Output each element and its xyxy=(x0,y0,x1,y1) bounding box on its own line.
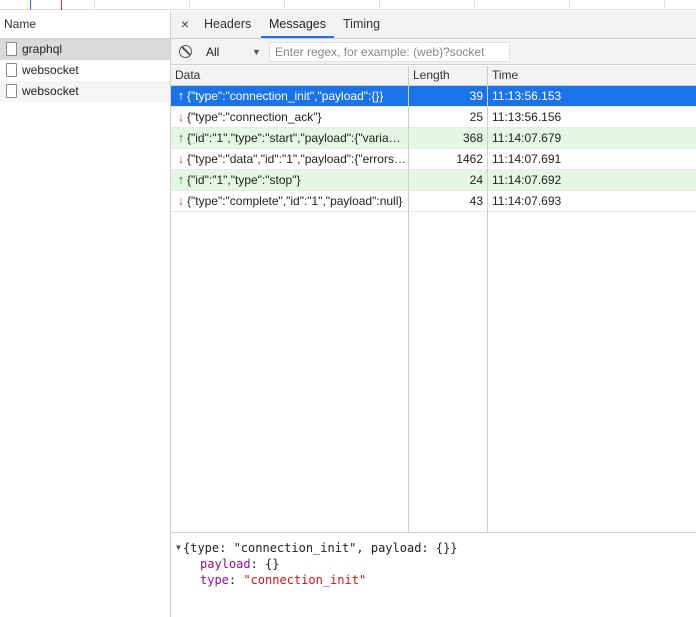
message-length: 39 xyxy=(469,89,483,103)
length-column-header[interactable]: Length xyxy=(413,66,450,85)
timeline-gridline xyxy=(94,0,95,10)
property-separator: : xyxy=(250,557,266,571)
property-separator: : xyxy=(228,573,244,587)
property-key: payload xyxy=(200,557,251,571)
name-column-header[interactable]: Name xyxy=(0,11,170,39)
request-list-panel: Name graphql websocket websocket xyxy=(0,11,171,617)
file-icon xyxy=(6,63,17,77)
sent-arrow-icon: ↑ xyxy=(177,130,185,145)
message-row[interactable]: ↓ {"type":"data","id":"1","payload":{"er… xyxy=(171,149,696,170)
message-row[interactable]: ↓ {"type":"connection_ack"} 25 11:13:56.… xyxy=(171,107,696,128)
tab-messages[interactable]: Messages xyxy=(261,11,334,38)
message-data: {"type":"connection_ack"} xyxy=(187,110,322,124)
message-length: 25 xyxy=(469,110,483,124)
request-name: graphql xyxy=(22,42,63,56)
dom-content-loaded-marker xyxy=(30,0,31,10)
message-preview: ▼ {type: "connection_init", payload: {}} … xyxy=(171,534,696,617)
message-time: 11:13:56.153 xyxy=(492,89,562,103)
property-value: "connection_init" xyxy=(243,573,367,587)
message-length: 43 xyxy=(469,194,483,208)
message-time: 11:14:07.679 xyxy=(492,131,562,145)
column-divider[interactable] xyxy=(408,66,409,532)
time-column-header[interactable]: Time xyxy=(492,66,518,85)
message-row[interactable]: ↑ {"id":"1","type":"stop"} 24 11:14:07.6… xyxy=(171,170,696,191)
load-event-marker xyxy=(61,0,62,10)
expand-triangle-icon[interactable]: ▼ xyxy=(171,540,183,556)
preview-property: type: "connection_init" xyxy=(171,572,696,588)
timeline-gridline xyxy=(189,0,190,10)
timeline-gridline xyxy=(474,0,475,10)
property-value: {} xyxy=(265,557,280,571)
request-item[interactable]: websocket xyxy=(0,60,170,81)
timeline-gridline xyxy=(569,0,570,10)
chevron-down-icon[interactable]: ▼ xyxy=(252,39,261,65)
request-item[interactable]: websocket xyxy=(0,81,170,102)
message-type-select[interactable]: All xyxy=(206,39,219,65)
timeline-overview[interactable] xyxy=(0,0,696,10)
received-arrow-icon: ↓ xyxy=(177,109,185,124)
message-time: 11:14:07.693 xyxy=(492,194,562,208)
request-name: websocket xyxy=(22,63,79,77)
tab-headers[interactable]: Headers xyxy=(204,11,251,38)
message-data: {"type":"complete","id":"1","payload":nu… xyxy=(187,194,403,208)
message-time: 11:13:56.156 xyxy=(492,110,562,124)
message-data: {"type":"connection_init","payload":{}} xyxy=(187,89,384,103)
preview-summary: {type: "connection_init", payload: {}} xyxy=(183,541,458,555)
grid-header: Data Length Time xyxy=(171,66,696,86)
regex-filter-input[interactable] xyxy=(269,42,510,62)
sent-arrow-icon: ↑ xyxy=(177,172,185,187)
message-row[interactable]: ↑ {"type":"connection_init","payload":{}… xyxy=(171,86,696,107)
timeline-gridline xyxy=(379,0,380,10)
clear-messages-icon[interactable] xyxy=(179,45,192,58)
detail-tabbar: × Headers Messages Timing xyxy=(171,11,696,39)
preview-summary-line[interactable]: ▼ {type: "connection_init", payload: {}} xyxy=(171,540,696,556)
sent-arrow-icon: ↑ xyxy=(177,88,185,103)
messages-grid: Data Length Time ↑ {"type":"connection_i… xyxy=(171,66,696,533)
tab-timing[interactable]: Timing xyxy=(343,11,380,38)
message-time: 11:14:07.691 xyxy=(492,152,562,166)
message-time: 11:14:07.692 xyxy=(492,173,562,187)
request-name: websocket xyxy=(22,84,79,98)
message-length: 368 xyxy=(462,131,483,145)
message-row[interactable]: ↓ {"type":"complete","id":"1","payload":… xyxy=(171,191,696,212)
file-icon xyxy=(6,84,17,98)
received-arrow-icon: ↓ xyxy=(177,151,185,166)
data-column-header[interactable]: Data xyxy=(175,66,200,85)
message-length: 24 xyxy=(469,173,483,187)
message-data: {"type":"data","id":"1","payload":{"erro… xyxy=(187,152,407,166)
received-arrow-icon: ↓ xyxy=(177,193,185,208)
file-icon xyxy=(6,42,17,56)
timeline-gridline xyxy=(284,0,285,10)
message-filter-bar: All ▼ xyxy=(171,39,696,65)
close-icon[interactable]: × xyxy=(179,16,191,32)
request-detail-panel: × Headers Messages Timing All ▼ Data Len… xyxy=(171,11,696,617)
property-key: type xyxy=(200,573,229,587)
column-divider[interactable] xyxy=(487,66,488,532)
message-data: {"id":"1","type":"start","payload":{"var… xyxy=(187,131,407,145)
message-length: 1462 xyxy=(456,152,483,166)
message-row[interactable]: ↑ {"id":"1","type":"start","payload":{"v… xyxy=(171,128,696,149)
timeline-gridline xyxy=(664,0,665,10)
message-data: {"id":"1","type":"stop"} xyxy=(187,173,301,187)
request-item[interactable]: graphql xyxy=(0,39,170,60)
preview-property: payload: {} xyxy=(171,556,696,572)
